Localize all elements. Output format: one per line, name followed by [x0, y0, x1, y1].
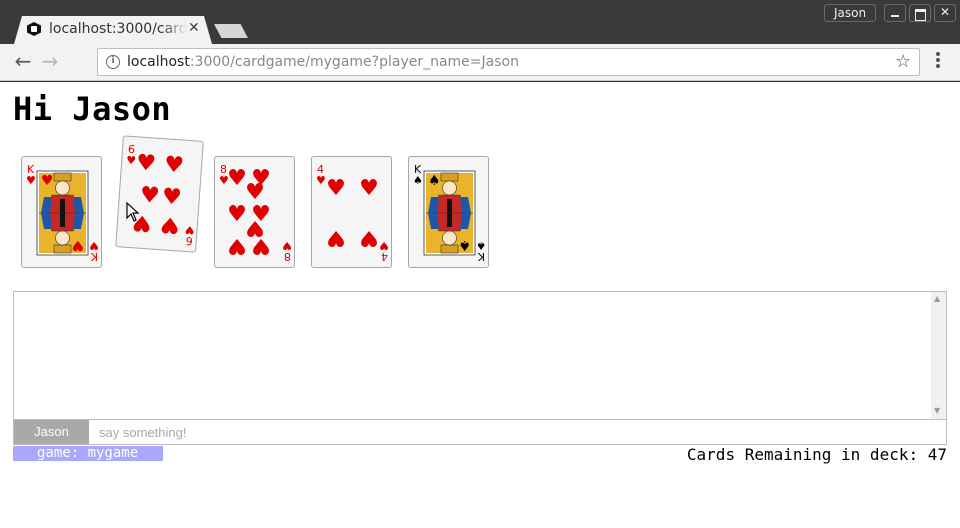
scroll-down-arrow-icon[interactable]: ▼ — [934, 406, 940, 415]
chat-message-input[interactable] — [89, 420, 946, 444]
card-suit-pip: ♥ — [161, 184, 182, 210]
card-suit-pip: ♥ — [359, 176, 379, 201]
svg-text:♥: ♥ — [71, 237, 84, 253]
svg-text:♥: ♥ — [26, 174, 36, 187]
svg-text:♥: ♥ — [379, 239, 389, 252]
page-title: Hi Jason — [13, 90, 172, 128]
card-suit-pip: ♥ — [359, 225, 379, 250]
url-text[interactable]: localhost:3000/cardgame/mygame?player_na… — [127, 54, 519, 70]
card-corner-index: K♠ — [413, 163, 423, 187]
svg-text:♠: ♠ — [476, 239, 486, 252]
chat-panel: ▲ ▼ Jason — [13, 291, 947, 445]
profile-button[interactable]: Jason — [824, 4, 876, 22]
browser-tab[interactable]: localhost:3000/cardgame/mygame?player_na… — [14, 16, 212, 44]
close-icon[interactable]: ✕ — [934, 4, 956, 22]
url-path: :3000/cardgame/mygame?player_name=Jason — [189, 54, 519, 70]
card-suit-pip: ♥ — [139, 183, 160, 209]
card-suit-pip: ♥ — [163, 152, 184, 178]
playing-card-four-of-hearts[interactable]: 4 ♥ 4 ♥ ♥ ♥ ♥ ♥ — [311, 156, 392, 268]
card-suit-pip: ♥ — [326, 176, 346, 201]
svg-text:♥: ♥ — [41, 173, 54, 189]
svg-text:♥: ♥ — [282, 239, 292, 252]
card-suit-pip: ♥ — [251, 233, 271, 258]
chat-input-row: Jason — [14, 419, 946, 444]
deck-remaining-count: Cards Remaining in deck: 47 — [686, 445, 947, 464]
card-corner-index: K♥ — [89, 239, 99, 263]
svg-text:♠: ♠ — [428, 173, 441, 189]
minimize-icon[interactable] — [884, 4, 906, 22]
playing-card-king-of-spades[interactable]: K ♠ K ♠ ♠ ♠ — [408, 156, 489, 268]
card-corner-index: 8♥ — [282, 239, 292, 263]
svg-text:♠: ♠ — [413, 174, 423, 187]
card-corner-index: 6♥ — [184, 223, 195, 248]
tab-title: localhost:3000/cardgame/mygame?player_na… — [49, 21, 187, 37]
star-icon[interactable]: ☆ — [895, 51, 911, 72]
king-illustration: ♠♠ — [423, 170, 476, 256]
king-illustration: ♥♥ — [36, 170, 89, 256]
card-corner-index: 4♥ — [316, 163, 326, 187]
card-suit-pip: ♥ — [227, 166, 247, 191]
card-suit-pip: ♥ — [227, 233, 247, 258]
site-info-icon[interactable]: i — [106, 55, 120, 69]
svg-text:♥: ♥ — [316, 174, 326, 187]
kebab-menu-icon[interactable] — [928, 52, 948, 72]
card-suit-pip: ♥ — [135, 150, 156, 176]
forward-arrow-icon[interactable]: → — [37, 49, 63, 75]
card-suit-pip: ♥ — [159, 211, 180, 237]
chat-scrollbar[interactable]: ▲ ▼ — [931, 292, 946, 419]
playing-card-king-of-hearts[interactable]: K ♥ K ♥ ♥ ♥ — [21, 156, 102, 268]
chat-log — [14, 292, 931, 419]
svg-text:♥: ♥ — [184, 223, 195, 237]
app-favicon-icon — [27, 22, 41, 36]
maximize-icon[interactable] — [909, 4, 931, 22]
svg-text:♥: ♥ — [126, 154, 137, 168]
address-bar[interactable]: i localhost:3000/cardgame/mygame?player_… — [97, 48, 920, 76]
game-name-badge: game: mygame — [13, 446, 163, 461]
chat-username-label: Jason — [14, 420, 89, 444]
back-arrow-icon[interactable]: ← — [10, 49, 36, 75]
svg-text:♥: ♥ — [89, 239, 99, 252]
tab-close-icon[interactable]: ✕ — [188, 20, 200, 36]
window-titlebar: localhost:3000/cardgame/mygame?player_na… — [0, 0, 960, 44]
playing-card-eight-of-hearts[interactable]: 8 ♥ 8 ♥ ♥ ♥ ♥ ♥ ♥ ♥ ♥ ♥ — [214, 156, 295, 268]
new-tab-button[interactable] — [214, 24, 248, 38]
card-suit-pip: ♥ — [326, 225, 346, 250]
svg-text:♠: ♠ — [458, 237, 471, 253]
browser-toolbar: ← → i localhost:3000/cardgame/mygame?pla… — [0, 44, 960, 81]
card-suit-pip: ♥ — [227, 202, 247, 227]
playing-card-six-of-hearts[interactable]: 6 ♥ 6 ♥ ♥ ♥ ♥ ♥ ♥ ♥ — [115, 135, 204, 253]
page-content: Hi Jason K ♥ K ♥ ♥ ♥ 6 ♥ 6 ♥ ♥ ♥ ♥ ♥ ♥ ♥ 8 ♥ 8 ♥ ♥ ♥ ♥ ♥ ♥ ♥ ♥ ♥ … — [0, 82, 960, 528]
card-corner-index: 4♥ — [379, 239, 389, 263]
card-corner-index: K♠ — [476, 239, 486, 263]
scroll-up-arrow-icon[interactable]: ▲ — [934, 294, 940, 303]
url-host: localhost — [127, 54, 190, 70]
mouse-cursor-icon — [126, 202, 140, 222]
card-corner-index: K♥ — [26, 163, 36, 187]
